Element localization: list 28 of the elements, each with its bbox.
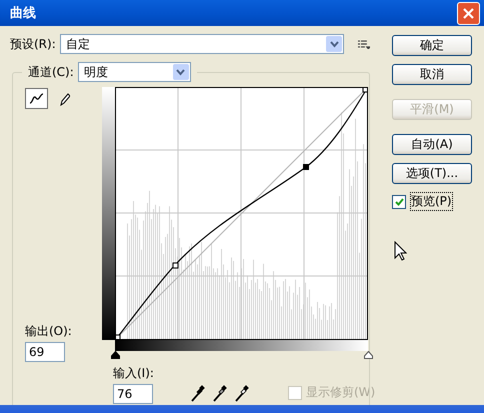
mouse-cursor-icon bbox=[394, 241, 407, 261]
channel-dropdown[interactable]: 明度 bbox=[78, 62, 191, 82]
output-label: 输出(O): bbox=[25, 323, 73, 340]
curve-tool-icon[interactable] bbox=[25, 88, 48, 109]
preview-label: 预览(P) bbox=[410, 192, 453, 211]
preview-checkbox[interactable] bbox=[392, 194, 406, 208]
output-field[interactable]: 69 bbox=[25, 342, 65, 362]
input-field[interactable]: 76 bbox=[113, 384, 153, 404]
preset-menu-icon[interactable] bbox=[358, 40, 370, 48]
window-title: 曲线 bbox=[10, 5, 36, 22]
dialog-button[interactable]: 取消 bbox=[392, 64, 472, 85]
highlight-slider[interactable] bbox=[364, 351, 373, 359]
preset-dropdown[interactable]: 自定 bbox=[60, 34, 344, 54]
close-icon bbox=[463, 8, 474, 18]
show-clipping-label: 显示修剪(W) bbox=[306, 384, 376, 401]
dialog-button[interactable]: 确定 bbox=[392, 35, 472, 56]
dialog-button[interactable]: 选项(T)... bbox=[392, 163, 472, 184]
eyedropper-icon[interactable] bbox=[213, 385, 227, 402]
show-clipping-checkbox[interactable] bbox=[288, 386, 302, 400]
curve-graph[interactable] bbox=[115, 87, 368, 340]
channel-label: 通道(C): bbox=[28, 64, 74, 80]
dialog-button[interactable]: 自动(A) bbox=[392, 134, 472, 155]
preset-label: 预设(R): bbox=[10, 36, 56, 52]
eyedropper-icon[interactable] bbox=[191, 385, 205, 402]
eyedropper-icon[interactable] bbox=[235, 385, 249, 402]
input-label: 输入(I): bbox=[113, 365, 155, 382]
shadow-slider[interactable] bbox=[111, 351, 120, 359]
close-button[interactable] bbox=[457, 2, 480, 24]
